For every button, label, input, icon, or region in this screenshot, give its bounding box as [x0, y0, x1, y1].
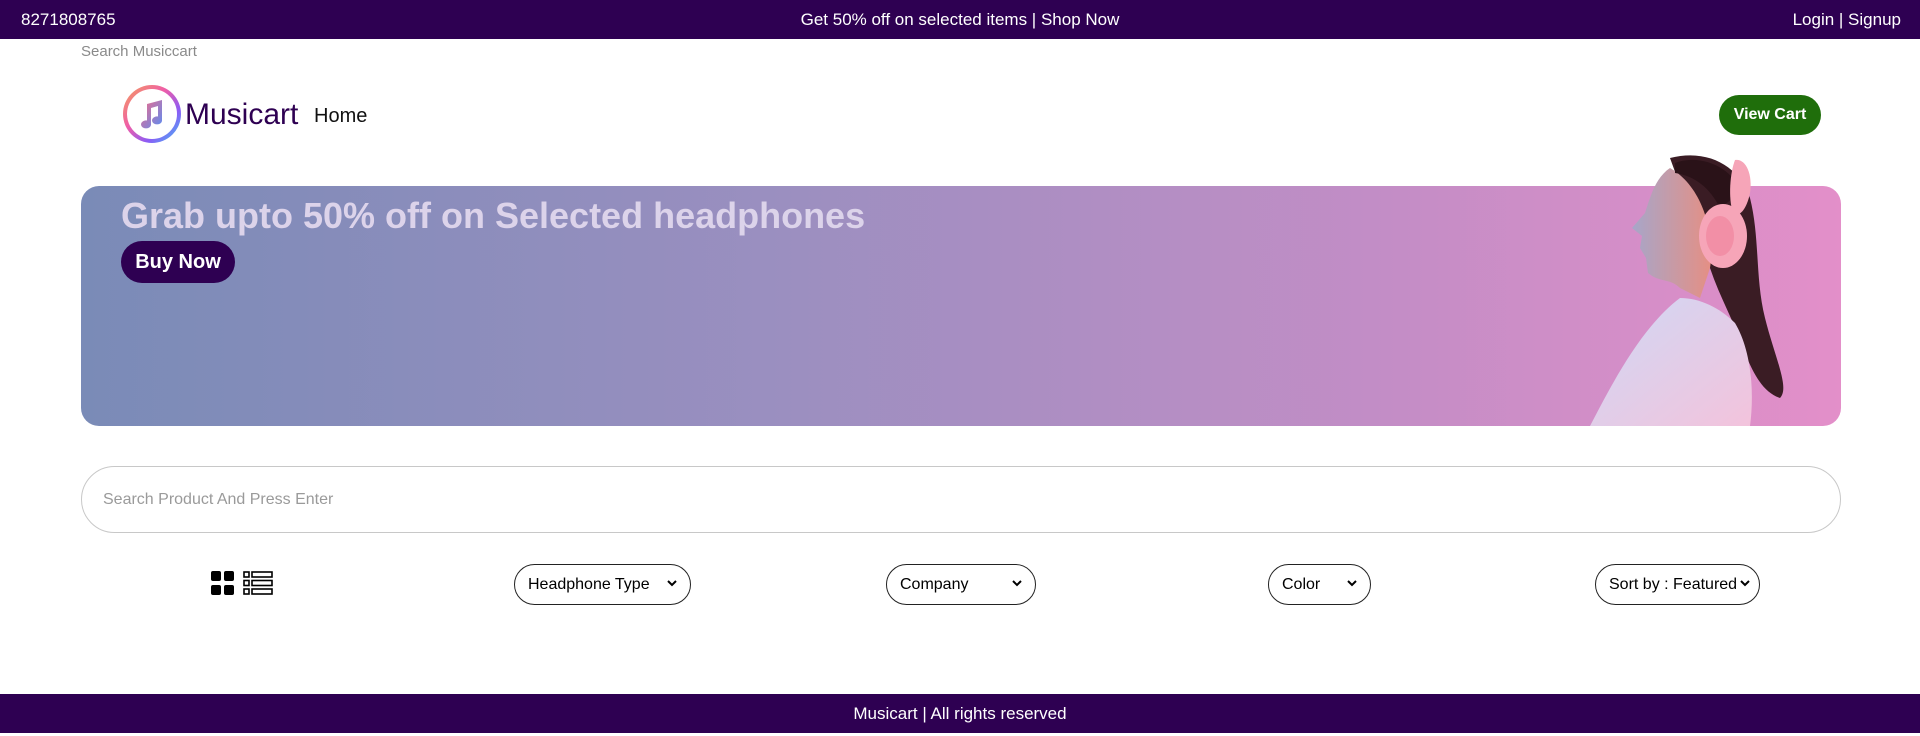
- banner-headphones-image: [1590, 155, 1784, 426]
- headphone-type-dropdown[interactable]: Headphone Type: [514, 564, 691, 605]
- chevron-down-icon: [1012, 580, 1022, 587]
- product-search-input[interactable]: [81, 466, 1841, 533]
- buy-now-button[interactable]: Buy Now: [121, 241, 235, 283]
- brand-name: Musicart: [185, 98, 299, 131]
- color-dropdown[interactable]: Color: [1268, 564, 1371, 605]
- footer: Musicart | All rights reserved: [0, 694, 1920, 733]
- banner-title: Grab upto 50% off on Selected headphones: [121, 195, 866, 236]
- logo[interactable]: [123, 85, 181, 143]
- view-cart-button[interactable]: View Cart: [1719, 95, 1821, 135]
- login-signup-links[interactable]: Login | Signup: [1793, 10, 1901, 30]
- company-dropdown[interactable]: Company: [886, 564, 1036, 605]
- sort-label: Sort by : Featured: [1609, 575, 1738, 593]
- chevron-down-icon: [667, 580, 677, 587]
- search-brand-label: Search Musiccart: [81, 43, 197, 60]
- color-label: Color: [1282, 575, 1321, 593]
- sort-dropdown[interactable]: Sort by : Featured: [1595, 564, 1760, 605]
- company-label: Company: [900, 575, 969, 593]
- music-note-icon: [141, 100, 163, 129]
- top-bar: 8271808765 Get 50% off on selected items…: [0, 0, 1920, 39]
- chevron-down-icon: [1740, 580, 1750, 587]
- grid-view-icon[interactable]: [211, 571, 235, 595]
- headphone-type-label: Headphone Type: [528, 575, 650, 593]
- promo-text[interactable]: Get 50% off on selected items | Shop Now: [0, 10, 1920, 30]
- footer-text: Musicart | All rights reserved: [853, 704, 1067, 723]
- chevron-down-icon: [1347, 580, 1357, 587]
- list-view-icon[interactable]: [243, 571, 273, 595]
- home-link[interactable]: Home: [314, 105, 367, 128]
